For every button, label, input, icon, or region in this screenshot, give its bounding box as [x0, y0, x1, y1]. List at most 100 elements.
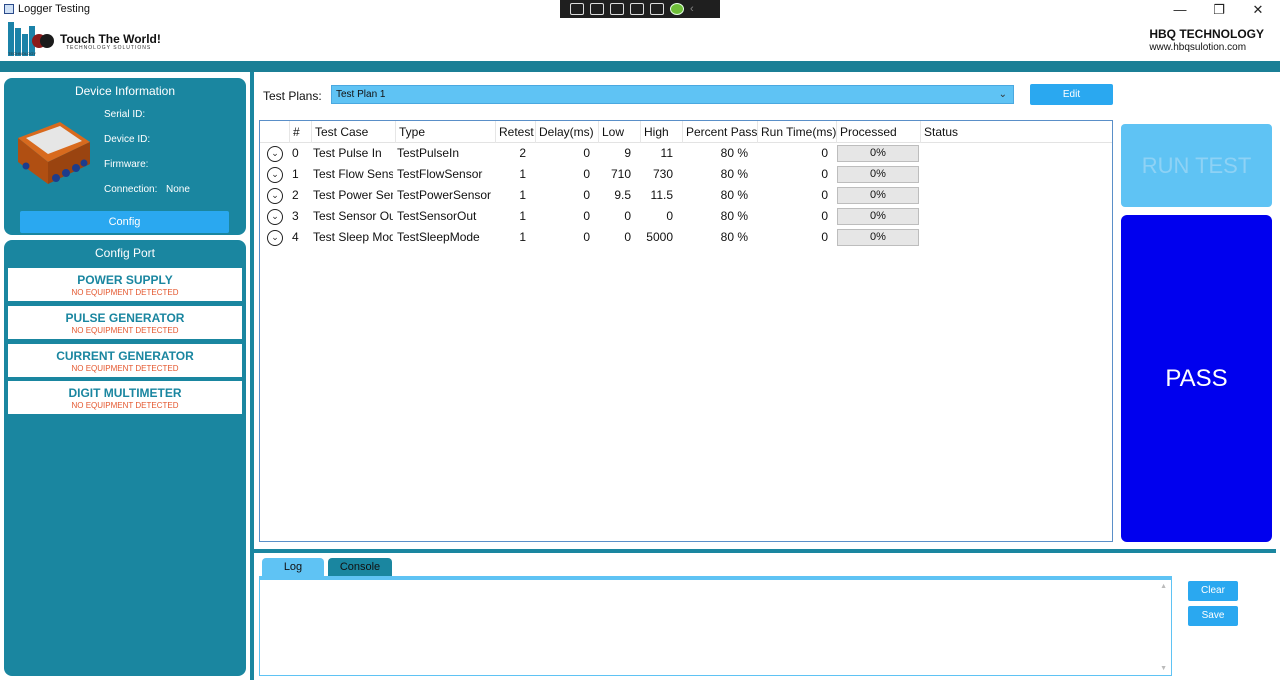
logo-tagline: Touch The World! [60, 32, 161, 46]
cell-run-time: 0 [821, 209, 828, 223]
cell-delay: 0 [583, 209, 590, 223]
close-button[interactable]: ✕ [1248, 2, 1268, 18]
header-retest[interactable]: Retest [495, 121, 535, 143]
table-row[interactable]: ⌄ 4 Test Sleep Mode TestSleepMode 1 0 0 … [260, 227, 1112, 248]
debug-toolbar: ‹ [560, 0, 720, 18]
cell-high: 0 [666, 209, 673, 223]
edit-button[interactable]: Edit [1030, 84, 1113, 105]
cell-retest: 1 [519, 188, 526, 202]
chevron-down-icon[interactable]: ⌄ [999, 86, 1007, 103]
device-image [18, 122, 90, 184]
app-window: Logger Testing ‹ — ❐ ✕ Touch The World! … [0, 0, 1280, 680]
cell-type: TestPowerSensor [397, 188, 492, 202]
sidebar-divider [250, 72, 254, 680]
header-index[interactable]: # [289, 121, 311, 143]
equipment-status: NO EQUIPMENT DETECTED [71, 326, 179, 335]
scroll-up-icon[interactable]: ▲ [1160, 583, 1167, 590]
processed-progress: 0% [837, 166, 919, 183]
chevron-left-icon[interactable]: ‹ [690, 3, 700, 15]
live-tree-icon[interactable] [570, 3, 584, 15]
track-focus-icon[interactable] [630, 3, 644, 15]
config-button[interactable]: Config [20, 211, 229, 233]
table-row[interactable]: ⌄ 1 Test Flow Sensor TestFlowSensor 1 0 … [260, 164, 1112, 185]
company-logo: Touch The World! TECHNOLOGY SOLUTIONS TE… [8, 22, 161, 58]
pulse-generator-item[interactable]: PULSE GENERATOR NO EQUIPMENT DETECTED [8, 306, 242, 339]
expand-row-icon[interactable]: ⌄ [267, 146, 283, 162]
grid-header: # Test Case Type Retest Delay(ms) Low Hi… [260, 121, 1112, 143]
cell-high: 11 [660, 146, 673, 160]
save-button[interactable]: Save [1188, 606, 1238, 626]
connection-label: Connection: [104, 184, 158, 195]
device-id-label: Device ID: [104, 134, 151, 145]
run-test-button[interactable]: RUN TEST [1121, 124, 1272, 207]
cell-test-case: Test Pulse In [313, 146, 382, 160]
header-test-case[interactable]: Test Case [311, 121, 395, 143]
cell-delay: 0 [583, 188, 590, 202]
cell-retest: 1 [519, 230, 526, 244]
test-case-grid[interactable]: # Test Case Type Retest Delay(ms) Low Hi… [259, 120, 1113, 542]
expand-row-icon[interactable]: ⌄ [267, 209, 283, 225]
expand-row-icon[interactable]: ⌄ [267, 188, 283, 204]
header-high[interactable]: High [640, 121, 682, 143]
header-delay[interactable]: Delay(ms) [535, 121, 598, 143]
restore-button[interactable]: ❐ [1209, 2, 1229, 18]
cell-type: TestSleepMode [397, 230, 480, 244]
table-row[interactable]: ⌄ 2 Test Power Sensor TestPowerSensor 1 … [260, 185, 1112, 206]
cell-percent-pass: 80 % [720, 188, 748, 202]
clear-button[interactable]: Clear [1188, 581, 1238, 601]
cell-type: TestFlowSensor [397, 167, 483, 181]
company-info: HBQ TECHNOLOGY www.hbqsulotion.com [1149, 27, 1264, 53]
processed-progress: 0% [837, 229, 919, 246]
scroll-down-icon[interactable]: ▼ [1160, 665, 1167, 672]
config-port-panel: Config Port POWER SUPPLY NO EQUIPMENT DE… [4, 240, 246, 676]
cell-retest: 2 [519, 146, 526, 160]
power-supply-item[interactable]: POWER SUPPLY NO EQUIPMENT DETECTED [8, 268, 242, 301]
test-plan-select[interactable]: Test Plan 1 ⌄ [331, 85, 1014, 104]
header-status[interactable]: Status [920, 121, 1000, 143]
company-name: HBQ TECHNOLOGY [1149, 27, 1264, 41]
app-icon [4, 4, 14, 14]
cell-index: 1 [292, 167, 299, 181]
header-processed[interactable]: Processed [836, 121, 920, 143]
connection-value: None [166, 184, 190, 195]
window-title: Logger Testing [18, 3, 90, 15]
processed-progress: 0% [837, 145, 919, 162]
current-generator-item[interactable]: CURRENT GENERATOR NO EQUIPMENT DETECTED [8, 344, 242, 377]
header-low[interactable]: Low [598, 121, 640, 143]
table-row[interactable]: ⌄ 3 Test Sensor Out TestSensorOut 1 0 0 … [260, 206, 1112, 227]
logo-subtitle: TECHNOLOGY SOLUTIONS [66, 45, 152, 51]
cell-percent-pass: 80 % [720, 167, 748, 181]
cell-low: 710 [610, 167, 631, 181]
cell-high: 11.5 [650, 188, 673, 202]
equipment-name: POWER SUPPLY [77, 273, 173, 287]
equipment-name: CURRENT GENERATOR [56, 349, 194, 363]
expand-row-icon[interactable]: ⌄ [267, 167, 283, 183]
digit-multimeter-item[interactable]: DIGIT MULTIMETER NO EQUIPMENT DETECTED [8, 381, 242, 414]
binding-failures-icon[interactable] [650, 3, 664, 15]
cell-test-case: Test Sensor Out [313, 209, 393, 223]
title-bar: Logger Testing ‹ — ❐ ✕ [0, 0, 1280, 20]
cell-run-time: 0 [821, 230, 828, 244]
select-element-icon[interactable] [590, 3, 604, 15]
device-info-panel: Device Information Serial ID: Device ID:… [4, 78, 246, 235]
expand-row-icon[interactable]: ⌄ [267, 230, 283, 246]
cell-type: TestPulseIn [397, 146, 460, 160]
company-url: www.hbqsulotion.com [1149, 42, 1247, 53]
header-run-time[interactable]: Run Time(ms) [757, 121, 836, 143]
cell-low: 9.5 [614, 188, 631, 202]
minimize-button[interactable]: — [1170, 2, 1190, 17]
display-layout-icon[interactable] [610, 3, 624, 15]
check-icon[interactable] [670, 3, 684, 15]
log-textarea[interactable]: ▲ ▼ [259, 576, 1172, 676]
tab-console[interactable]: Console [328, 558, 392, 576]
tab-log[interactable]: Log [262, 558, 324, 576]
header-type[interactable]: Type [395, 121, 495, 143]
cell-high: 5000 [646, 230, 673, 244]
equipment-name: DIGIT MULTIMETER [68, 386, 182, 400]
result-indicator: PASS [1121, 215, 1272, 542]
header-percent-pass[interactable]: Percent Pass [682, 121, 757, 143]
cell-percent-pass: 80 % [720, 230, 748, 244]
cell-low: 0 [624, 209, 631, 223]
table-row[interactable]: ⌄ 0 Test Pulse In TestPulseIn 2 0 9 11 8… [260, 143, 1112, 164]
cell-percent-pass: 80 % [720, 209, 748, 223]
